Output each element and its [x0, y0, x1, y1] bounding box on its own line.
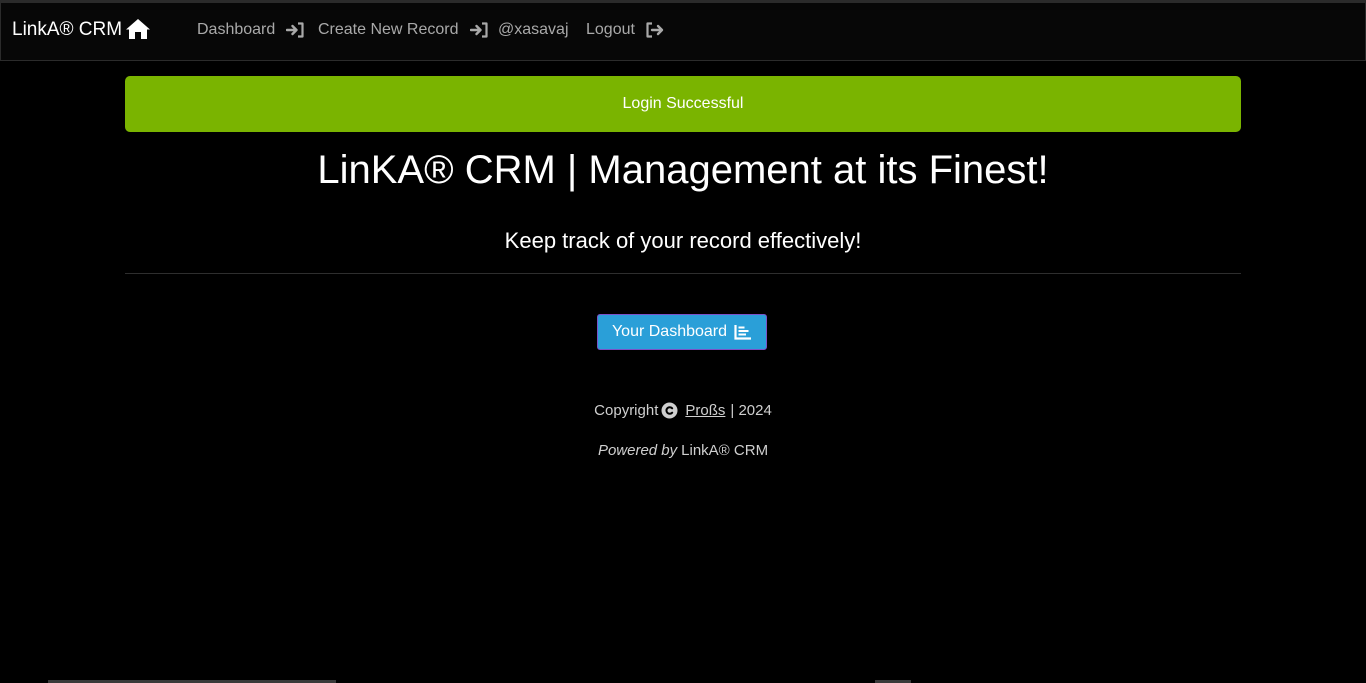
- copyright-icon: [661, 402, 678, 419]
- navbar: LinkA® CRM Dashboard Create New Record @…: [0, 0, 1366, 61]
- dashboard-button-label: Your Dashboard: [611, 323, 728, 340]
- nav-username-label: @xasavaj: [498, 21, 569, 38]
- brand-label: LinkA® CRM: [12, 19, 123, 40]
- nav-dashboard-label: Dashboard: [197, 21, 276, 38]
- nav-create-record-link[interactable]: Create New Record: [318, 21, 488, 39]
- nav-logout-link[interactable]: Logout: [586, 21, 664, 39]
- page-title: LinKA® CRM | Management at its Finest!: [317, 148, 1049, 192]
- author-link[interactable]: Proßs: [685, 402, 725, 419]
- nav-username-link[interactable]: @xasavaj: [498, 21, 569, 39]
- home-icon: [126, 19, 151, 39]
- powered-by-name: LinkA® CRM: [681, 442, 769, 459]
- sign-in-icon: [286, 22, 304, 38]
- sign-in-icon: [469, 22, 488, 38]
- alert-message: Login Successful: [622, 95, 744, 112]
- copyright-label: Copyright: [594, 402, 659, 419]
- copyright-year: | 2024: [730, 402, 772, 419]
- login-success-alert: Login Successful: [125, 76, 1241, 132]
- nav-dashboard-link[interactable]: Dashboard: [197, 21, 304, 39]
- copyright-line: Copyright Proßs | 2024: [0, 402, 1366, 419]
- powered-by-line: Powered by LinkA® CRM: [0, 442, 1366, 459]
- brand-link[interactable]: LinkA® CRM: [12, 19, 151, 41]
- divider: [125, 273, 1241, 274]
- nav-create-record-label: Create New Record: [318, 21, 459, 38]
- powered-by-label: Powered by: [597, 442, 678, 459]
- bar-chart-icon: [734, 325, 752, 340]
- your-dashboard-button[interactable]: Your Dashboard: [597, 314, 767, 350]
- sign-out-icon: [646, 22, 664, 38]
- nav-logout-label: Logout: [586, 21, 635, 38]
- page-subtitle: Keep track of your record effectively!: [504, 228, 862, 253]
